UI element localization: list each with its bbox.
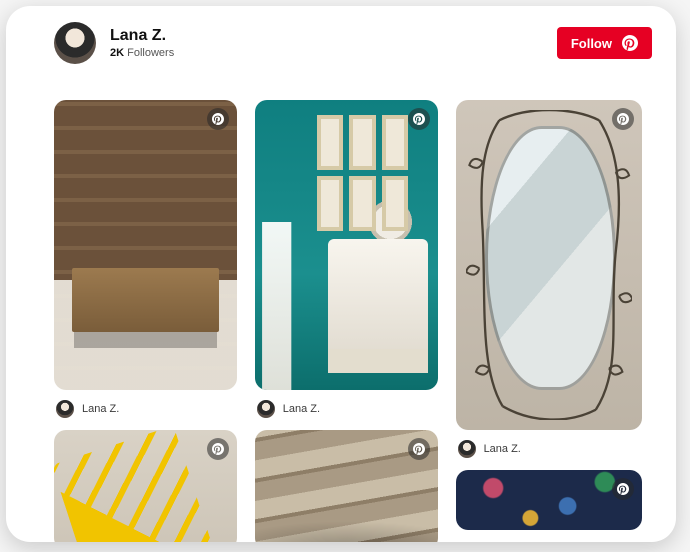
avatar — [56, 400, 74, 418]
decorative-vine — [466, 110, 632, 420]
pin[interactable] — [255, 100, 438, 390]
pin-author: Lana Z. — [283, 403, 320, 415]
follower-count: 2K — [110, 47, 124, 59]
profile-card: Lana Z. 2K Followers Follow Lana Z. — [6, 6, 676, 542]
avatar — [458, 440, 476, 458]
pin[interactable] — [456, 470, 642, 530]
pin[interactable] — [54, 100, 237, 390]
pinterest-icon — [413, 443, 425, 455]
wall-frames — [317, 115, 408, 231]
pinterest-badge[interactable] — [612, 478, 634, 500]
pin[interactable] — [456, 100, 642, 430]
pinterest-icon — [622, 35, 638, 51]
avatar — [257, 400, 275, 418]
pin-grid: Lana Z. Lana Z. — [6, 92, 676, 542]
pinterest-icon — [212, 113, 224, 125]
pin-attribution[interactable]: Lana Z. — [54, 398, 237, 422]
pinterest-badge[interactable] — [408, 108, 430, 130]
grid-column: Lana Z. — [456, 100, 642, 542]
profile-name[interactable]: Lana Z. — [110, 27, 174, 45]
pinterest-badge[interactable] — [207, 108, 229, 130]
pin-author: Lana Z. — [82, 403, 119, 415]
pinterest-icon — [413, 113, 425, 125]
pinterest-icon — [617, 113, 629, 125]
profile-header: Lana Z. 2K Followers Follow — [6, 6, 676, 76]
pin-attribution[interactable]: Lana Z. — [456, 438, 642, 462]
avatar[interactable] — [54, 22, 96, 64]
pinterest-badge[interactable] — [207, 438, 229, 460]
pin-attribution[interactable]: Lana Z. — [255, 398, 438, 422]
pinterest-badge[interactable] — [408, 438, 430, 460]
grid-column: Lana Z. — [255, 100, 438, 542]
followers-line: 2K Followers — [110, 47, 174, 59]
pin[interactable] — [54, 430, 237, 542]
follow-button[interactable]: Follow — [557, 27, 652, 59]
pinterest-badge[interactable] — [612, 108, 634, 130]
title-block: Lana Z. 2K Followers — [110, 27, 174, 59]
grid-column: Lana Z. — [54, 100, 237, 542]
pinterest-icon — [617, 483, 629, 495]
followers-label: Followers — [127, 47, 174, 59]
pin-author: Lana Z. — [484, 443, 521, 455]
pinterest-icon — [212, 443, 224, 455]
pin[interactable] — [255, 430, 438, 542]
follow-button-label: Follow — [571, 36, 612, 51]
